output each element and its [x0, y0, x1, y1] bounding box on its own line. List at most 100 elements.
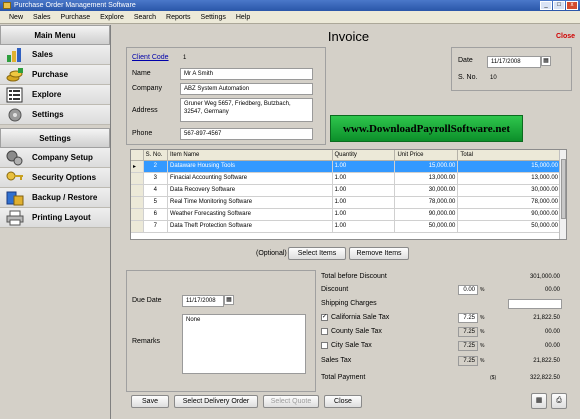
sidebar-item-settings[interactable]: Settings — [0, 105, 110, 125]
optional-label: (Optional) — [256, 250, 287, 257]
county-tax-pct[interactable]: 7.25 — [458, 327, 478, 337]
table-row[interactable]: 6 Weather Forecasting Software 1.00 90,0… — [131, 208, 561, 221]
calculator-icon[interactable]: ▦ — [531, 393, 547, 409]
menu-help[interactable]: Help — [231, 14, 255, 21]
cell: 13,000.00 — [394, 172, 459, 185]
row-header — [131, 184, 144, 197]
client-code-link[interactable]: Client Code — [132, 54, 169, 61]
sidebar-item-company-setup[interactable]: Company Setup — [0, 148, 110, 168]
calendar-icon[interactable]: ▦ — [224, 295, 234, 305]
sidebar-item-explore[interactable]: Explore — [0, 85, 110, 105]
sidebar-item-purchase[interactable]: Purchase — [0, 65, 110, 85]
cell: 13,000.00 — [457, 172, 561, 185]
sales-tax-amount: 21,822.50 — [508, 356, 562, 366]
row-header — [131, 172, 144, 185]
sidebar-item-label: Explore — [32, 90, 62, 99]
print-icon[interactable]: ⎙ — [551, 393, 567, 409]
california-tax-amount: 21,822.50 — [508, 313, 562, 323]
total-before-discount-label: Total before Discount — [321, 273, 387, 280]
col-total[interactable]: Total — [457, 150, 561, 161]
table-row[interactable]: ▸ 2 Dataware Housing Tools 1.00 15,000.0… — [131, 160, 561, 173]
menu-new[interactable]: New — [4, 14, 28, 21]
summary-city-tax: City Sale Tax 7.25 % 00.00 — [318, 341, 568, 353]
select-delivery-order-button[interactable]: Select Delivery Order — [174, 395, 258, 408]
window-title: Purchase Order Management Software — [14, 2, 136, 9]
shipping-field[interactable] — [508, 299, 562, 309]
col-item-name[interactable]: Item Name — [167, 150, 333, 161]
close-link[interactable]: Close — [556, 33, 575, 40]
menu-settings[interactable]: Settings — [196, 14, 231, 21]
sidebar-item-printing-layout[interactable]: Printing Layout — [0, 208, 110, 228]
table-row[interactable]: 3 Finacial Accounting Software 1.00 13,0… — [131, 172, 561, 185]
county-tax-checkbox[interactable] — [321, 328, 328, 335]
cell: Data Recovery Software — [167, 184, 333, 197]
promo-banner[interactable]: www.DownloadPayrollSoftware.net — [330, 115, 523, 142]
table-row[interactable]: 4 Data Recovery Software 1.00 30,000.00 … — [131, 184, 561, 197]
sidebar-item-label: Sales — [32, 50, 53, 59]
cell: 90,000.00 — [457, 208, 561, 221]
california-tax-checkbox[interactable]: ✓ — [321, 314, 328, 321]
cell: Data Theft Protection Software — [167, 220, 333, 233]
col-sno[interactable]: S. No. — [143, 150, 169, 161]
county-tax-label: County Sale Tax — [331, 328, 382, 335]
remarks-field[interactable]: None — [182, 314, 306, 374]
sidebar-item-label: Backup / Restore — [32, 193, 98, 202]
city-tax-pct[interactable]: 7.25 — [458, 341, 478, 351]
maximize-button[interactable]: □ — [553, 1, 565, 10]
remove-items-button[interactable]: Remove Items — [349, 247, 409, 260]
select-items-button[interactable]: Select Items — [288, 247, 346, 260]
discount-pct-field[interactable]: 0.00 — [458, 285, 478, 295]
cell: 1.00 — [332, 160, 396, 173]
save-button[interactable]: Save — [131, 395, 169, 408]
menu-explore[interactable]: Explore — [95, 14, 129, 21]
settings-header: Settings — [0, 128, 110, 148]
select-quote-button[interactable]: Select Quote — [263, 395, 319, 408]
city-tax-checkbox[interactable] — [321, 342, 328, 349]
cell: 78,000.00 — [394, 196, 459, 209]
company-field[interactable]: ABZ System Automation — [180, 83, 313, 95]
name-label: Name — [132, 70, 151, 77]
summary-sales-tax: Sales Tax 7.25 % 21,822.50 — [318, 356, 568, 368]
menu-sales[interactable]: Sales — [28, 14, 56, 21]
cell: 30,000.00 — [457, 184, 561, 197]
address-field[interactable]: Gruner Weg 5657, Friedberg, Butzbach, 32… — [180, 98, 313, 122]
shipping-label: Shipping Charges — [321, 300, 377, 307]
cell: 30,000.00 — [394, 184, 459, 197]
row-header-col — [131, 150, 144, 161]
date-field[interactable]: 11/17/2008 — [487, 56, 541, 68]
menu-purchase[interactable]: Purchase — [56, 14, 96, 21]
phone-field[interactable]: 567-897-4567 — [180, 128, 313, 140]
name-field[interactable]: Mr A Smith — [180, 68, 313, 80]
cell: 1.00 — [332, 208, 396, 221]
sidebar-item-label: Settings — [32, 110, 64, 119]
col-quantity[interactable]: Quantity — [332, 150, 396, 161]
sidebar-item-security-options[interactable]: Security Options — [0, 168, 110, 188]
summary-total-before-discount: Total before Discount 301,000.00 — [318, 272, 568, 284]
cell: 1.00 — [332, 220, 396, 233]
currency-sign: ($) — [490, 375, 497, 381]
cell: 50,000.00 — [457, 220, 561, 233]
scrollbar-thumb[interactable] — [561, 159, 566, 219]
table-row[interactable]: 5 Real Time Monitoring Software 1.00 78,… — [131, 196, 561, 209]
menu-search[interactable]: Search — [129, 14, 161, 21]
city-tax-amount: 00.00 — [508, 341, 562, 351]
chart-icon — [6, 47, 24, 63]
summary-total-payment: Total Payment ($) 322,822.50 — [318, 373, 568, 385]
list-icon — [6, 87, 24, 103]
due-date-field[interactable]: 11/17/2008 — [182, 295, 224, 307]
col-unit-price[interactable]: Unit Price — [394, 150, 459, 161]
client-code-value: 1 — [180, 53, 230, 63]
minimize-button[interactable]: _ — [540, 1, 552, 10]
calendar-icon[interactable]: ▦ — [541, 56, 551, 66]
close-window-button[interactable]: x — [566, 1, 578, 10]
close-button[interactable]: Close — [324, 395, 362, 408]
cell: Finacial Accounting Software — [167, 172, 333, 185]
sidebar-item-sales[interactable]: Sales — [0, 45, 110, 65]
menu-reports[interactable]: Reports — [161, 14, 196, 21]
cell: 90,000.00 — [394, 208, 459, 221]
sidebar-item-backup-restore[interactable]: Backup / Restore — [0, 188, 110, 208]
company-label: Company — [132, 85, 162, 92]
grid-scrollbar[interactable] — [559, 150, 566, 239]
california-tax-pct[interactable]: 7.25 — [458, 313, 478, 323]
table-row[interactable]: 7 Data Theft Protection Software 1.00 50… — [131, 220, 561, 233]
